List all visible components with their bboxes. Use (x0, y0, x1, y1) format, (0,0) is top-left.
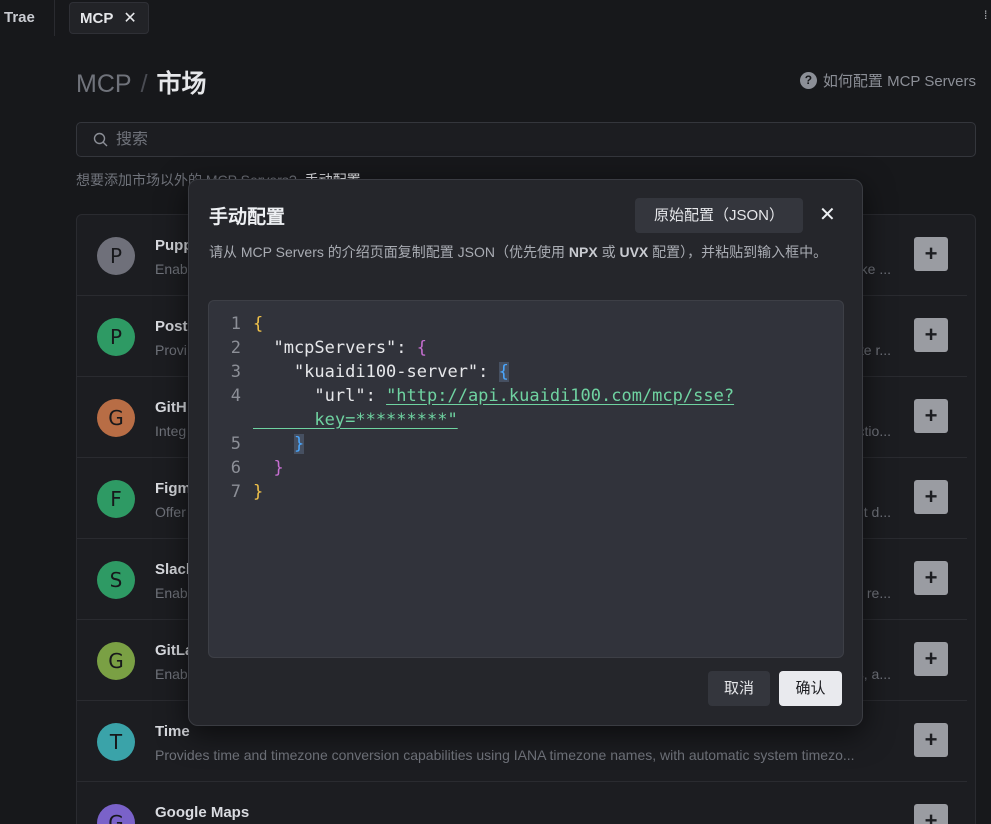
code-line: 3 "kuaidi100-server": { (209, 360, 843, 384)
code-text: "kuaidi100-server": { (253, 360, 509, 384)
code-line: 2 "mcpServers": { (209, 336, 843, 360)
code-text: "mcpServers": { (253, 336, 427, 360)
raw-config-button[interactable]: 原始配置（JSON） (635, 198, 803, 233)
line-number: 5 (230, 434, 241, 454)
desc-part: 配置），并粘贴到输入框中。 (648, 244, 828, 260)
code-text: key=*********" (253, 408, 458, 432)
line-number: 4 (230, 386, 241, 406)
code-token: "http://api.kuaidi100.com/mcp/sse? (386, 386, 735, 406)
code-token: "mcpServers": (253, 338, 417, 358)
desc-uvx: UVX (619, 244, 649, 260)
code-line: key=*********" (209, 408, 843, 432)
code-text: "url": "http://api.kuaidi100.com/mcp/sse… (253, 384, 734, 408)
desc-part: 或 (597, 244, 620, 260)
code-line: 4 "url": "http://api.kuaidi100.com/mcp/s… (209, 384, 843, 408)
line-number: 6 (230, 458, 241, 478)
line-number: 2 (230, 338, 241, 358)
dialog-title: 手动配置 (209, 207, 286, 228)
code-text: } (253, 432, 305, 456)
code-token: "url": (253, 386, 387, 406)
code-token: { (416, 338, 428, 358)
code-token: } (253, 482, 264, 502)
confirm-button[interactable]: 确认 (779, 671, 842, 706)
line-number: 1 (230, 314, 241, 334)
desc-npx: NPX (568, 244, 598, 260)
json-editor[interactable]: 1{2 "mcpServers": {3 "kuaidi100-server":… (208, 300, 844, 658)
code-token: { (253, 314, 264, 334)
code-text: } (253, 480, 263, 504)
code-line: 5 } (209, 432, 843, 456)
dialog-description: 请从 MCP Servers 的介绍页面复制配置 JSON（优先使用 NPX 或… (209, 242, 844, 263)
code-text: { (253, 312, 263, 336)
cancel-button[interactable]: 取消 (708, 671, 770, 706)
code-line: 7} (209, 480, 843, 504)
manual-config-dialog: 手动配置 原始配置（JSON） ✕ 请从 MCP Servers 的介绍页面复制… (188, 179, 863, 726)
code-text: } (253, 456, 284, 480)
code-token: } (273, 458, 284, 478)
line-number: 7 (230, 482, 241, 502)
close-icon[interactable]: ✕ (819, 202, 836, 227)
code-token: { (498, 362, 509, 382)
code-token: "kuaidi100-server": (253, 362, 499, 382)
desc-part: 请从 MCP Servers 的介绍页面复制配置 JSON（优先使用 (209, 244, 569, 260)
code-token: } (293, 434, 305, 454)
line-number: 3 (230, 362, 241, 382)
code-line: 6 } (209, 456, 843, 480)
code-line: 1{ (209, 312, 843, 336)
code-token: key=*********" (253, 410, 458, 430)
